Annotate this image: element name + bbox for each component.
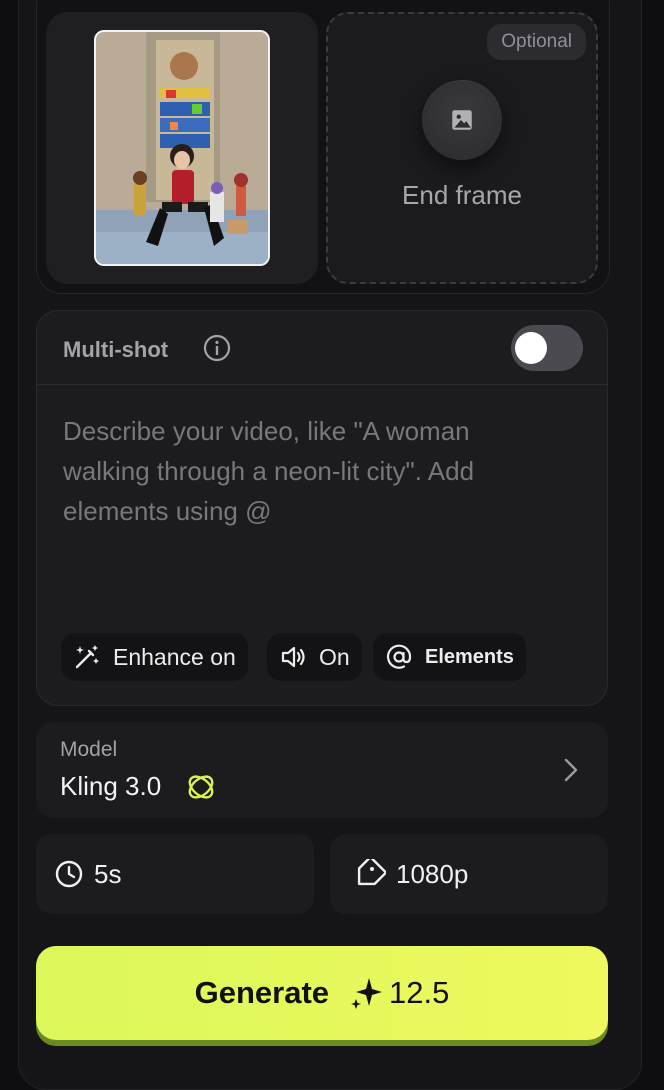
audio-chip[interactable]: On [267,633,362,681]
image-icon [452,110,472,130]
magic-wand-icon [75,645,99,669]
toggle-knob [515,332,547,364]
resolution-selector[interactable]: 1080p [330,834,608,914]
start-frame-thumbnail[interactable] [94,30,270,266]
duration-selector[interactable]: 5s [36,834,314,914]
duration-value: 5s [94,858,122,889]
generate-label: Generate [194,975,330,1010]
end-frame-upload-button[interactable] [422,80,502,160]
model-label: Model [60,738,118,761]
end-frame-slot[interactable]: Optional End frame [326,12,598,284]
multishot-toggle[interactable] [511,325,583,371]
multishot-label: Multi-shot [63,337,169,362]
end-frame-label: End frame [402,180,522,210]
audio-chip-label: On [319,643,350,670]
sparkle-icon [351,978,383,1009]
enhance-chip[interactable]: Enhance on [61,633,248,681]
generate-button[interactable]: Generate 12.5 [36,946,608,1040]
elements-chip-label: Elements [425,645,514,668]
elements-chip[interactable]: Elements [373,633,526,681]
info-icon[interactable] [203,334,231,362]
enhance-chip-label: Enhance on [113,643,236,670]
generate-cost: 12.5 [389,975,450,1010]
speaker-icon [281,646,305,668]
optional-badge: Optional [487,24,586,60]
photo-illustration [96,32,268,264]
tag-icon [357,859,386,886]
resolution-value: 1080p [396,858,469,889]
prompt-header: Multi-shot [37,311,607,385]
prompt-input[interactable]: Describe your video, like "A woman walki… [63,411,563,531]
model-name: Kling 3.0 [60,771,162,801]
kling-logo-icon [188,775,214,799]
chevron-right-icon [564,758,578,782]
prompt-box: Multi-shot Describe your video, like "A … [36,310,608,706]
at-icon [386,644,412,669]
clock-icon [55,860,83,888]
model-selector[interactable]: Model Kling 3.0 [36,722,608,818]
